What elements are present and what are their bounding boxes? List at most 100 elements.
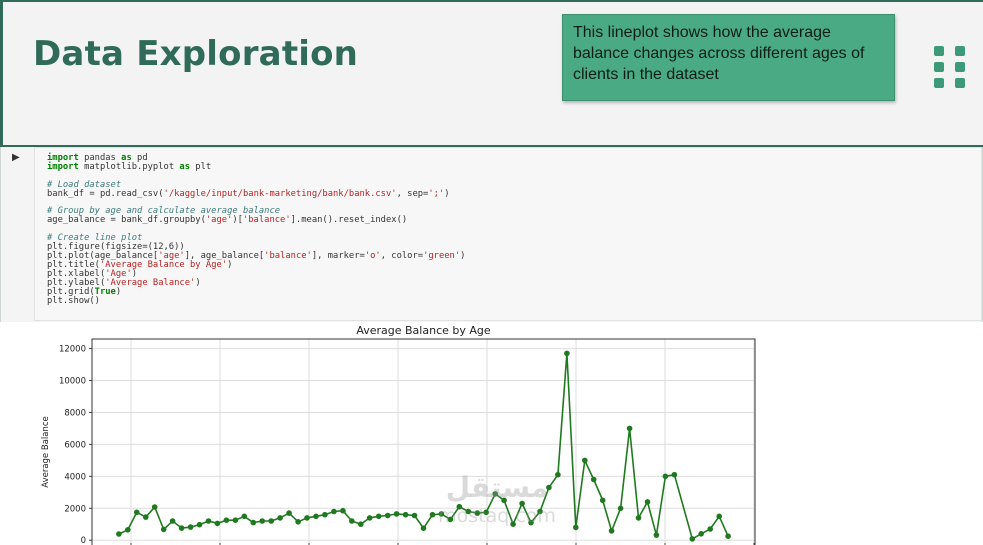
series-line	[118, 353, 729, 541]
top-rule	[0, 0, 983, 2]
data-point	[286, 510, 292, 516]
code-token: '/kaggle/input/bank-marketing/bank/bank.…	[163, 188, 397, 199]
data-point	[626, 425, 633, 432]
code-token: 'green'	[423, 250, 461, 261]
data-point	[617, 505, 624, 512]
data-point	[590, 476, 597, 483]
code-token: )	[227, 259, 233, 270]
data-point	[143, 514, 149, 520]
data-point	[313, 513, 319, 520]
data-point	[635, 515, 642, 521]
code-token: )	[444, 188, 450, 199]
data-point	[599, 497, 606, 504]
code-cell[interactable]: import pandas as pd import matplotlib.py…	[34, 147, 982, 321]
code-line: age_balance = bank_df.groupby('age')['ba…	[47, 215, 407, 225]
data-point	[384, 512, 391, 519]
code-token: ';'	[428, 188, 445, 199]
data-point	[716, 513, 722, 520]
data-point	[187, 524, 194, 530]
y-tick-label: 6000	[64, 440, 86, 450]
y-tick-label: 2000	[64, 504, 86, 514]
y-tick-label: 10000	[59, 377, 86, 387]
code-line: import matplotlib.pyplot as plt	[47, 162, 211, 172]
data-point	[420, 525, 427, 531]
data-point	[608, 528, 615, 534]
data-point	[689, 536, 696, 542]
code-token: )	[195, 277, 201, 288]
data-point	[160, 526, 167, 533]
code-token: 'balance'	[264, 250, 312, 261]
data-point	[169, 518, 176, 524]
slide-header: Data Exploration This lineplot shows how…	[0, 0, 983, 147]
data-point	[304, 515, 310, 521]
data-point	[178, 525, 185, 531]
watermark-arabic: مستقل	[445, 471, 549, 504]
data-point	[116, 531, 122, 537]
code-token: age_balance = bank_df.groupby(	[47, 215, 206, 226]
data-point	[411, 512, 418, 519]
data-point	[671, 471, 678, 478]
data-point	[393, 511, 400, 517]
code-line: plt.show()	[47, 296, 100, 306]
data-point	[375, 513, 382, 520]
code-token: , color=	[380, 250, 424, 261]
chart-title: Average Balance by Age	[356, 324, 491, 337]
code-token: plt	[190, 161, 212, 172]
data-point	[322, 511, 328, 518]
left-rule	[0, 0, 3, 145]
data-point	[564, 350, 570, 357]
code-token: , sep=	[396, 188, 429, 199]
data-point	[295, 519, 301, 525]
data-point	[573, 524, 579, 531]
code-token: ], marker=	[311, 250, 365, 261]
code-token: 'o'	[364, 250, 381, 261]
data-point	[134, 509, 140, 516]
data-point	[662, 473, 669, 480]
code-token: matplotlib.pyplot	[78, 161, 180, 172]
grid-dots-icon	[934, 46, 966, 90]
code-token: 'balance'	[242, 215, 291, 226]
data-point	[241, 513, 248, 520]
data-point	[277, 515, 283, 521]
code-token: ].mean().reset_index()	[290, 215, 408, 226]
code-token: )	[115, 286, 122, 297]
y-tick-label: 12000	[59, 345, 86, 355]
data-point	[268, 518, 275, 524]
code-token: bank_df = pd.read_csv(	[47, 188, 164, 199]
data-point	[205, 518, 212, 524]
data-point	[644, 499, 651, 505]
code-token: as	[179, 161, 191, 172]
y-tick-label: 8000	[64, 408, 86, 418]
code-line: bank_df = pd.read_csv('/kaggle/input/ban…	[47, 189, 450, 199]
data-point	[125, 527, 131, 533]
data-point	[340, 507, 346, 514]
data-point	[349, 518, 355, 524]
data-point	[232, 517, 239, 523]
data-point	[653, 532, 660, 538]
plot-frame	[91, 338, 756, 545]
data-point	[331, 508, 337, 515]
code-token: plt.show()	[47, 295, 100, 306]
data-point	[196, 521, 203, 528]
data-point	[402, 511, 409, 518]
callout-box: This lineplot shows how the average bala…	[562, 14, 895, 101]
data-point	[214, 520, 221, 527]
code-block: import pandas as pd import matplotlib.py…	[47, 154, 465, 305]
data-point	[259, 518, 266, 524]
run-cell-icon[interactable]: ▶	[12, 152, 20, 163]
watermark: مستقل mostaq.com	[432, 470, 562, 534]
data-point	[151, 504, 158, 510]
data-point	[250, 519, 257, 526]
code-token: 'age'	[205, 215, 233, 226]
code-token: )[	[232, 215, 243, 226]
y-tick-label: 0	[81, 536, 86, 545]
y-axis-label: Average Balance	[41, 416, 51, 488]
data-point	[223, 517, 230, 523]
slide-title: Data Exploration	[33, 34, 359, 74]
code-token: )	[460, 250, 466, 261]
data-point	[582, 457, 588, 464]
data-point	[366, 515, 373, 521]
code-token: import	[47, 161, 79, 172]
data-point	[358, 521, 364, 527]
data-point	[698, 531, 704, 537]
